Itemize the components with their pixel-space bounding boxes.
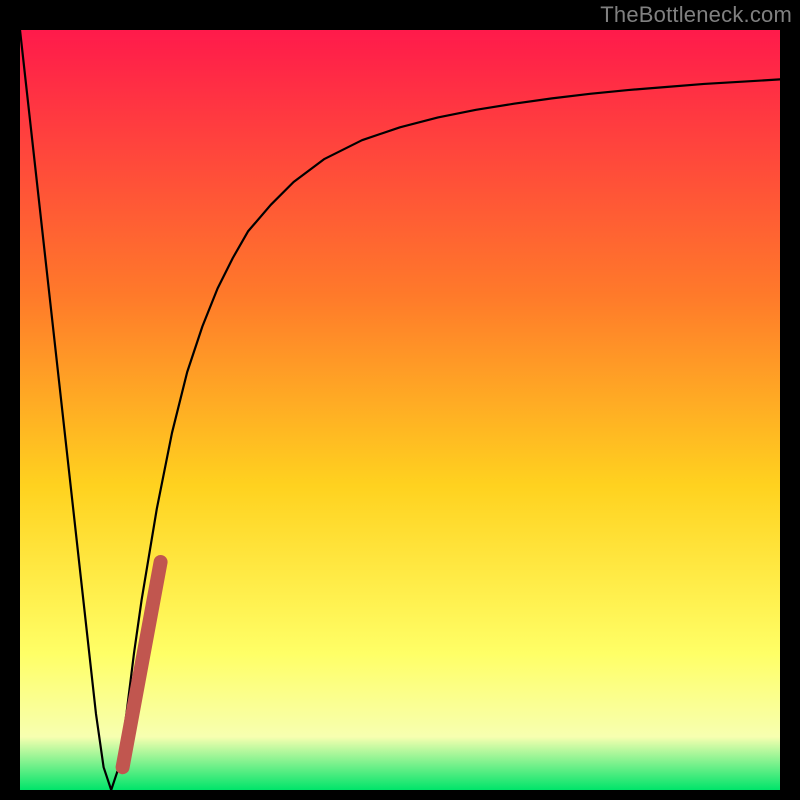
- watermark-text: TheBottleneck.com: [600, 2, 792, 28]
- chart-svg: [20, 30, 780, 790]
- chart-frame: TheBottleneck.com: [0, 0, 800, 800]
- plot-area: [20, 30, 780, 790]
